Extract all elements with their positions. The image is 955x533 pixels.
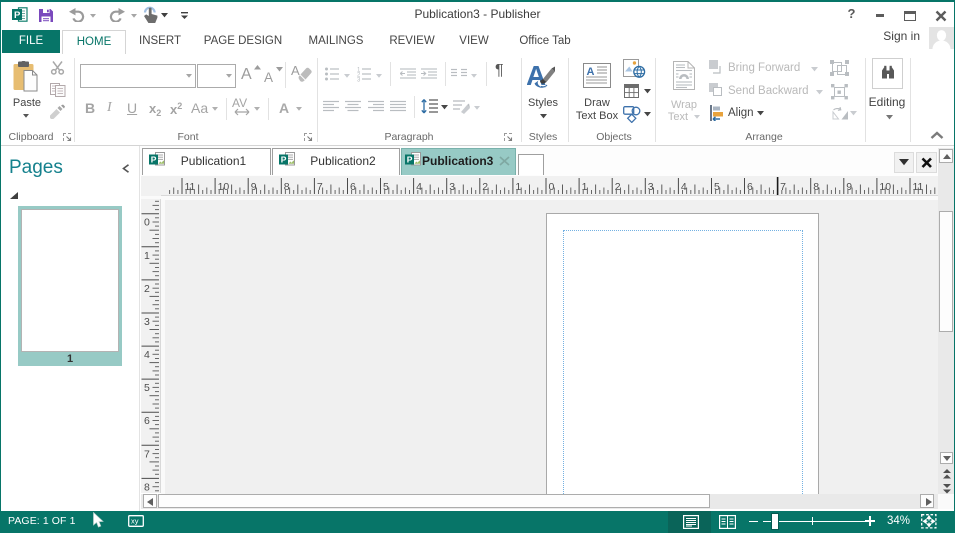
- svg-text:0: 0: [549, 181, 555, 193]
- svg-text:9: 9: [846, 181, 852, 193]
- svg-text:8: 8: [813, 181, 819, 193]
- svg-text:6: 6: [747, 181, 753, 193]
- svg-text:4: 4: [681, 181, 687, 193]
- svg-text:P: P: [151, 155, 157, 165]
- svg-text:6: 6: [144, 415, 150, 427]
- svg-text:3: 3: [357, 78, 361, 83]
- svg-text:10: 10: [218, 181, 230, 193]
- svg-text:8: 8: [284, 181, 290, 193]
- svg-text:P: P: [407, 155, 413, 165]
- svg-text:5: 5: [383, 181, 389, 193]
- svg-text:7: 7: [144, 448, 150, 460]
- svg-text:5: 5: [144, 382, 150, 394]
- svg-text:3: 3: [449, 181, 455, 193]
- svg-text:7: 7: [317, 181, 323, 193]
- svg-text:2: 2: [144, 283, 150, 295]
- svg-text:8: 8: [144, 481, 150, 493]
- svg-text:5: 5: [714, 181, 720, 193]
- svg-text:4: 4: [144, 349, 150, 361]
- svg-text:P: P: [281, 155, 287, 165]
- svg-text:10: 10: [879, 181, 891, 193]
- svg-text:6: 6: [350, 181, 356, 193]
- svg-text:A: A: [587, 66, 595, 78]
- svg-text:11: 11: [185, 181, 196, 193]
- svg-text:3: 3: [648, 181, 654, 193]
- svg-text:1: 1: [515, 181, 521, 193]
- svg-text:1: 1: [582, 181, 588, 193]
- svg-text:3: 3: [144, 316, 150, 328]
- svg-text:11: 11: [913, 181, 924, 193]
- svg-text:2: 2: [615, 181, 621, 193]
- svg-text:2: 2: [482, 181, 488, 193]
- svg-text:xy: xy: [131, 517, 139, 526]
- svg-text:4: 4: [416, 181, 422, 193]
- svg-text:7: 7: [780, 181, 786, 193]
- svg-text:0: 0: [144, 217, 150, 229]
- svg-text:9: 9: [251, 181, 257, 193]
- svg-text:1: 1: [144, 250, 150, 262]
